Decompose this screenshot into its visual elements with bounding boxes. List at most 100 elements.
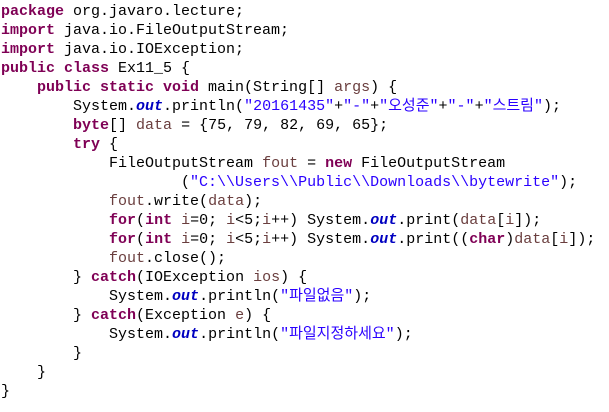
code-text: + [438,98,448,115]
code-text: ++) System. [271,212,371,229]
code-text: .write( [145,193,209,210]
code-text: .print( [397,212,461,229]
keyword: char [469,231,506,248]
code-line: } catch(Exception e) { [1,306,595,325]
keyword: public class [1,60,110,77]
code-line: fout.close(); [1,249,595,268]
variable: data [208,193,245,210]
keyword: for [109,231,137,248]
keyword: catch [91,269,137,286]
variable: i [505,212,515,229]
code-text: } [1,383,11,400]
code-text: System. [73,98,137,115]
code-text: ++) System. [271,231,371,248]
variable: i [181,212,191,229]
code-text: ); [559,174,578,191]
code-line: package org.javaro.lecture; [1,2,595,21]
code-line: System.out.println("20161435"+"-"+"오성준"+… [1,97,595,116]
keyword: import [1,22,56,39]
code-text: org.javaro.lecture; [64,3,245,20]
code-text: .println( [199,288,281,305]
string-literal: "오성준" [379,98,439,115]
code-text: <5; [235,231,263,248]
code-text: [] [109,117,137,134]
code-line: ("C:\\Users\\Public\\Downloads\\bytewrit… [1,173,595,192]
code-line: } [1,382,595,401]
string-literal: "파일없음" [280,288,354,305]
code-text: ]); [568,231,596,248]
code-text: java.io.FileOutputStream; [55,22,290,39]
code-text: .println( [163,98,245,115]
code-text: (Exception [136,307,236,324]
string-literal: "C:\\Users\\Public\\Downloads\\bytewrite… [190,174,560,191]
code-line: byte[] data = {75, 79, 82, 69, 65}; [1,116,595,135]
string-literal: "-" [447,98,475,115]
keyword: package [1,3,65,20]
code-text: ) [505,231,515,248]
code-line: for(int i=0; i<5;i++) System.out.print((… [1,230,595,249]
code-line: System.out.println("파일지정하세요"); [1,325,595,344]
code-text: .close(); [145,250,227,267]
variable: data [514,231,551,248]
code-text: System. [109,288,173,305]
keyword: try [73,136,101,153]
code-text: = [298,155,326,172]
static-field: out [172,326,200,343]
code-text: <5; [235,212,263,229]
variable: args [334,79,371,96]
code-text: ( [136,231,146,248]
code-text: } [73,307,92,324]
code-text: .print(( [397,231,470,248]
code-text: ); [542,98,561,115]
code-text: java.io.IOException; [55,41,245,58]
code-text: [ [496,212,506,229]
code-text: ); [244,193,263,210]
keyword: for [109,212,137,229]
code-text: =0; [190,231,227,248]
code-text: + [474,98,484,115]
code-text: } [37,364,47,381]
code-line: try { [1,135,595,154]
code-editor[interactable]: package org.javaro.lecture; import java.i… [1,2,595,401]
code-text: FileOutputStream [352,155,506,172]
keyword: new [325,155,353,172]
code-text: [ [550,231,560,248]
code-text: Ex11_5 { [109,60,191,77]
string-literal: "스트림" [483,98,543,115]
code-text: = {75, 79, 82, 69, 65}; [172,117,389,134]
string-literal: "-" [343,98,371,115]
static-field: out [370,212,398,229]
code-text: FileOutputStream [109,155,263,172]
static-field: out [370,231,398,248]
static-field: out [172,288,200,305]
code-line: import java.io.FileOutputStream; [1,21,595,40]
code-line: } catch(IOException ios) { [1,268,595,287]
code-text: + [334,98,344,115]
code-text: ]); [514,212,542,229]
code-line: for(int i=0; i<5;i++) System.out.print(d… [1,211,595,230]
code-text: =0; [190,212,227,229]
code-line: public class Ex11_5 { [1,59,595,78]
code-line: } [1,363,595,382]
code-line: System.out.println("파일없음"); [1,287,595,306]
code-text: (IOException [136,269,254,286]
keyword: public static void [37,79,200,96]
code-text: System. [109,326,173,343]
code-text: { [100,136,119,153]
variable: fout [109,193,146,210]
variable: fout [109,250,146,267]
code-text: ); [353,288,372,305]
variable: i [262,231,272,248]
code-line: import java.io.IOException; [1,40,595,59]
